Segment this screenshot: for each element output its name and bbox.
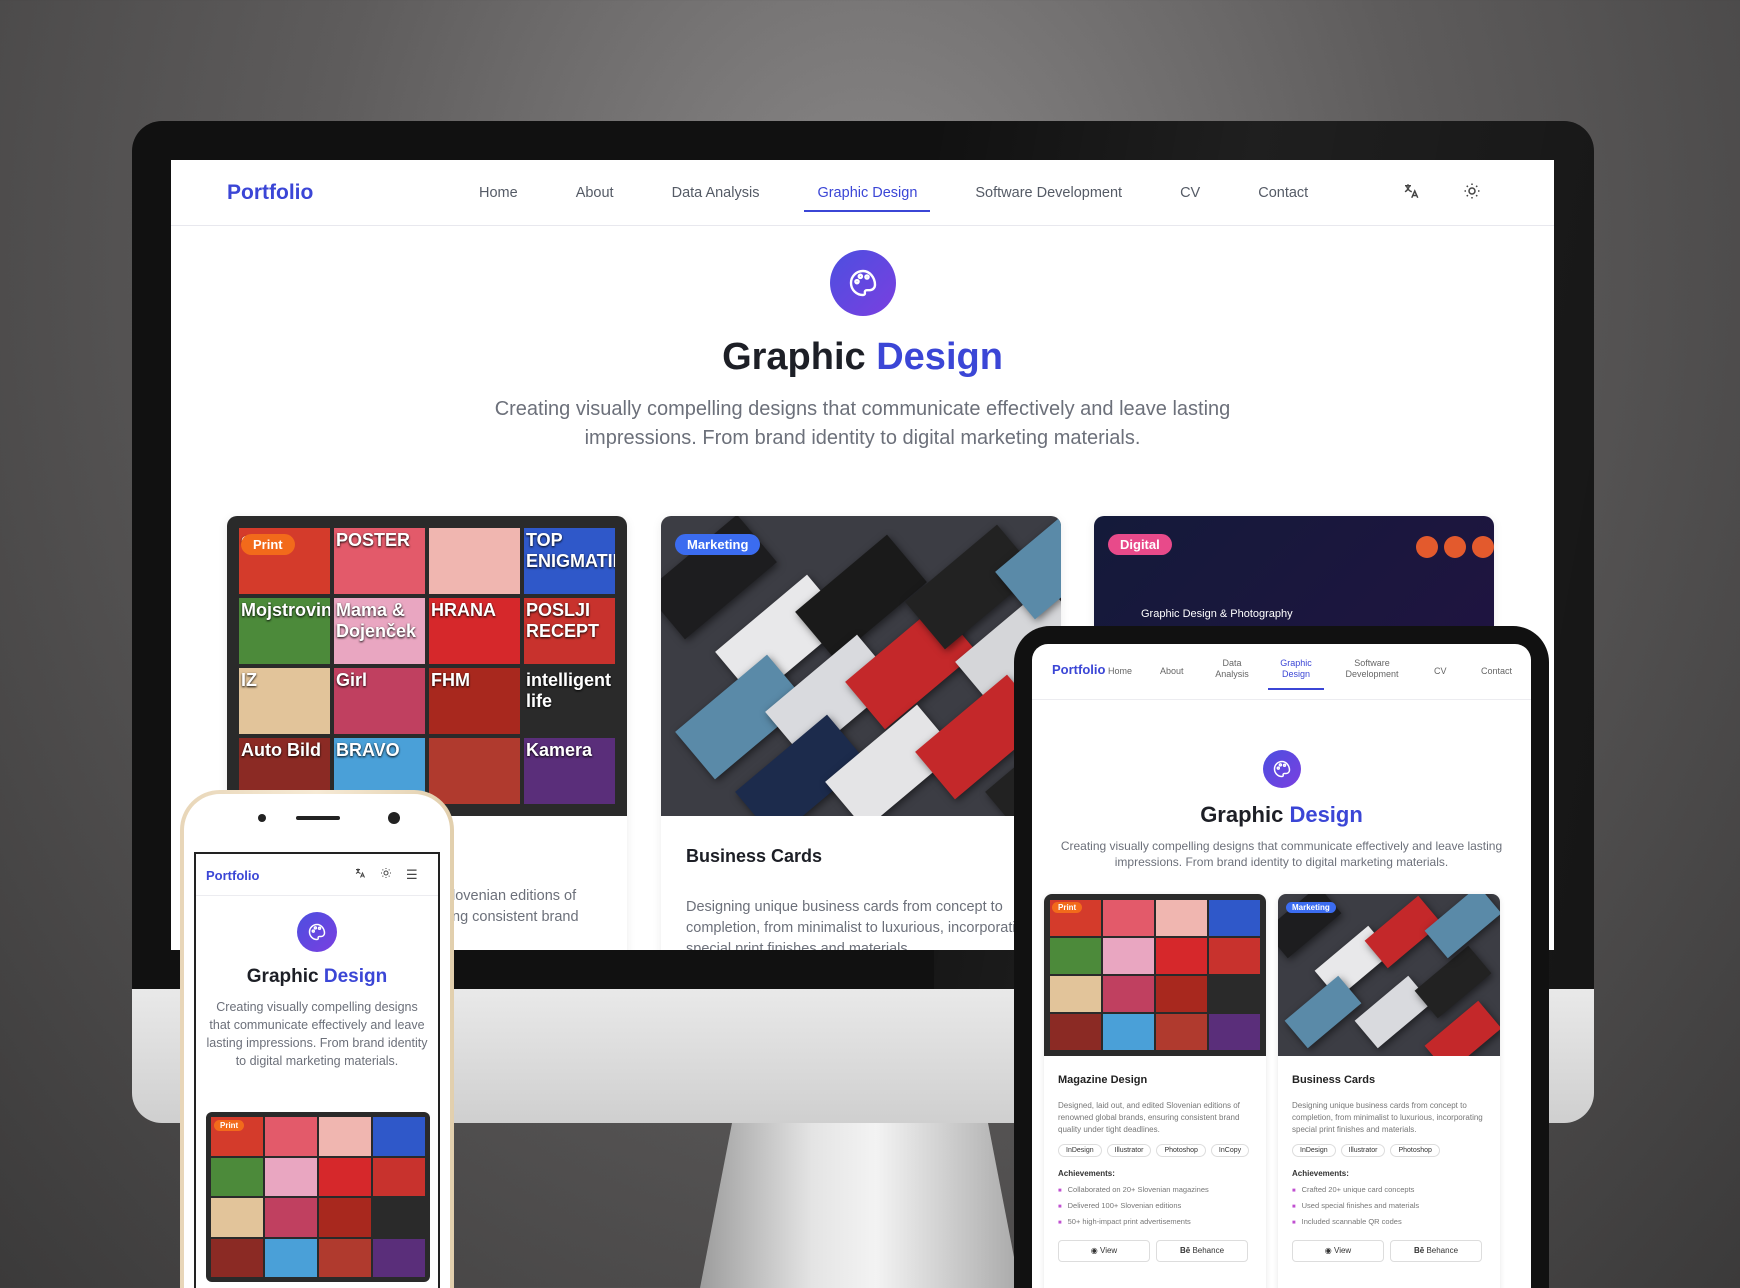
- mockup-scene: Portfolio Home About Data Analysis Graph…: [0, 0, 1740, 1288]
- tag-print: Print: [241, 534, 295, 555]
- brand-logo[interactable]: Portfolio: [227, 181, 313, 205]
- speaker: [296, 816, 340, 820]
- achievement-item: Included scannable QR codes: [1292, 1217, 1500, 1226]
- nav-contact[interactable]: Contact: [1258, 160, 1308, 226]
- menu-icon[interactable]: ☰: [406, 867, 418, 883]
- phone-navbar: Portfolio ☰: [196, 854, 438, 896]
- nav-about[interactable]: About: [1160, 666, 1184, 677]
- card-digital[interactable]: Graphic Design & Photography Digital: [1094, 516, 1494, 636]
- behance-icon: Bē: [1413, 1246, 1425, 1255]
- tablet-device: Portfolio Home About Data Analysis Graph…: [1014, 626, 1549, 1288]
- card-title: Business Cards: [1292, 1074, 1376, 1086]
- page-title: Graphic Design: [246, 966, 388, 987]
- achievement-item: Crafted 20+ unique card concepts: [1292, 1185, 1500, 1194]
- hero-section: Graphic Design Creating visually compell…: [171, 226, 1554, 453]
- page-title: Graphic Design: [1200, 802, 1363, 827]
- achievement-item: Delivered 100+ Slovenian editions: [1058, 1201, 1266, 1210]
- card-business-cards[interactable]: Marketing Business Cards Designing uniqu…: [661, 516, 1061, 950]
- tag-print: Print: [1052, 902, 1083, 913]
- tag-digital: Digital: [1108, 534, 1172, 555]
- skill-pills: InDesign Illustrator Photoshop: [1292, 1144, 1500, 1157]
- home-icon: [1416, 536, 1438, 558]
- card-title: Business Cards: [686, 846, 823, 866]
- nav-links: Home About Data Analysis Graphic Design …: [479, 160, 1366, 226]
- page-subtitle: Creating visually compelling designs tha…: [206, 1000, 428, 1068]
- behance-icon: Bē: [1179, 1246, 1191, 1255]
- card-desc: Designing unique business cards from con…: [686, 899, 1032, 950]
- view-button[interactable]: ◉ View: [1292, 1240, 1384, 1262]
- card-desc: lovenian editions of ng consistent brand: [452, 888, 579, 925]
- behance-button[interactable]: Bē Behance: [1156, 1240, 1248, 1262]
- card-magazine[interactable]: Print Magazine Design Designed, laid out…: [1044, 894, 1266, 1288]
- eye-icon: ◉: [1324, 1246, 1332, 1255]
- magazine-image: one POSTER TOP ENIGMATIKA Mojstrovine Ma…: [227, 516, 627, 816]
- pill-indesign: InDesign: [1292, 1144, 1336, 1157]
- phone-screen: Portfolio ☰ Graphic Design Creating visu…: [194, 852, 440, 1288]
- magazine-image: Print: [1044, 894, 1266, 1056]
- nav-graphic-design[interactable]: Graphic Design: [804, 160, 931, 226]
- nav-software-development[interactable]: Software Development: [975, 160, 1122, 226]
- front-camera: [258, 814, 266, 822]
- page-title: Graphic Design: [722, 336, 1003, 378]
- nav-cv[interactable]: CV: [1434, 666, 1447, 677]
- translate-icon[interactable]: [1401, 182, 1421, 202]
- imac-stand: [700, 1123, 1020, 1288]
- achievement-item: 50+ high-impact print advertisements: [1058, 1217, 1266, 1226]
- pill-illustrator: Illustrator: [1340, 1144, 1386, 1157]
- pill-indesign: InDesign: [1058, 1144, 1102, 1157]
- sensor: [388, 812, 400, 824]
- tag-marketing: Marketing: [1286, 902, 1336, 913]
- achievements-heading: Achievements:: [1058, 1169, 1115, 1178]
- card-business-cards[interactable]: Marketing Business Cards Designing uniqu…: [1278, 894, 1500, 1288]
- card-title: Magazine Design: [1058, 1074, 1148, 1086]
- nav-contact[interactable]: Contact: [1481, 666, 1512, 677]
- tag-marketing: Marketing: [675, 534, 761, 555]
- page-subtitle: Creating visually compelling designs tha…: [1060, 839, 1503, 869]
- brand-logo[interactable]: Portfolio: [1052, 662, 1105, 677]
- phone-hero: Graphic Design Creating visually compell…: [196, 896, 438, 1070]
- page-subtitle: Creating visually compelling designs tha…: [494, 398, 1231, 449]
- desktop-navbar: Portfolio Home About Data Analysis Graph…: [171, 160, 1554, 226]
- sun-icon[interactable]: [380, 867, 392, 882]
- behance-button[interactable]: Bē Behance: [1390, 1240, 1482, 1262]
- nav-cv[interactable]: CV: [1180, 160, 1200, 226]
- nav-software-development[interactable]: Software Development: [1342, 658, 1402, 680]
- tablet-navbar: Portfolio Home About Data Analysis Graph…: [1032, 644, 1531, 700]
- palette-icon: [1262, 750, 1301, 788]
- achievements-heading: Achievements:: [1292, 1169, 1349, 1178]
- tag-print: Print: [214, 1120, 245, 1131]
- translate-icon[interactable]: [354, 867, 366, 882]
- nav-about[interactable]: About: [576, 160, 614, 226]
- pill-incopy: InCopy: [1210, 1144, 1250, 1157]
- eye-icon: ◉: [1090, 1246, 1098, 1255]
- pill-photoshop: Photoshop: [1156, 1144, 1206, 1157]
- view-button[interactable]: ◉ View: [1058, 1240, 1150, 1262]
- business-cards-image: Marketing: [1278, 894, 1500, 1056]
- book-icon: [1444, 536, 1466, 558]
- pill-photoshop: Photoshop: [1390, 1144, 1440, 1157]
- skill-pills: InDesign Illustrator Photoshop InCopy: [1058, 1144, 1266, 1157]
- card-magazine[interactable]: Print: [206, 1112, 430, 1282]
- tablet-screen: Portfolio Home About Data Analysis Graph…: [1032, 644, 1531, 1288]
- card-desc: Designing unique business cards from con…: [1292, 1101, 1483, 1134]
- tablet-hero: Graphic Design Creating visually compell…: [1032, 700, 1531, 870]
- pill-illustrator: Illustrator: [1106, 1144, 1152, 1157]
- palette-icon: [829, 250, 896, 316]
- palette-icon: [297, 912, 337, 952]
- digital-image: Graphic Design & Photography Digital: [1094, 516, 1494, 636]
- nav-data-analysis[interactable]: Data Analysis: [1212, 658, 1252, 680]
- nav-graphic-design[interactable]: Graphic Design: [1268, 658, 1324, 690]
- brand-logo[interactable]: Portfolio: [206, 868, 259, 883]
- phone-device: Portfolio ☰ Graphic Design Creating visu…: [180, 790, 454, 1288]
- achievement-item: Used special finishes and materials: [1292, 1201, 1500, 1210]
- card-desc: Designed, laid out, and edited Slovenian…: [1058, 1101, 1240, 1134]
- sun-icon[interactable]: [1462, 182, 1482, 202]
- digital-caption: Graphic Design & Photography: [1141, 608, 1293, 620]
- nav-data-analysis[interactable]: Data Analysis: [672, 160, 760, 226]
- achievement-item: Collaborated on 20+ Slovenian magazines: [1058, 1185, 1266, 1194]
- nav-home[interactable]: Home: [479, 160, 518, 226]
- nav-home[interactable]: Home: [1108, 666, 1132, 677]
- business-cards-image: Marketing: [661, 516, 1061, 816]
